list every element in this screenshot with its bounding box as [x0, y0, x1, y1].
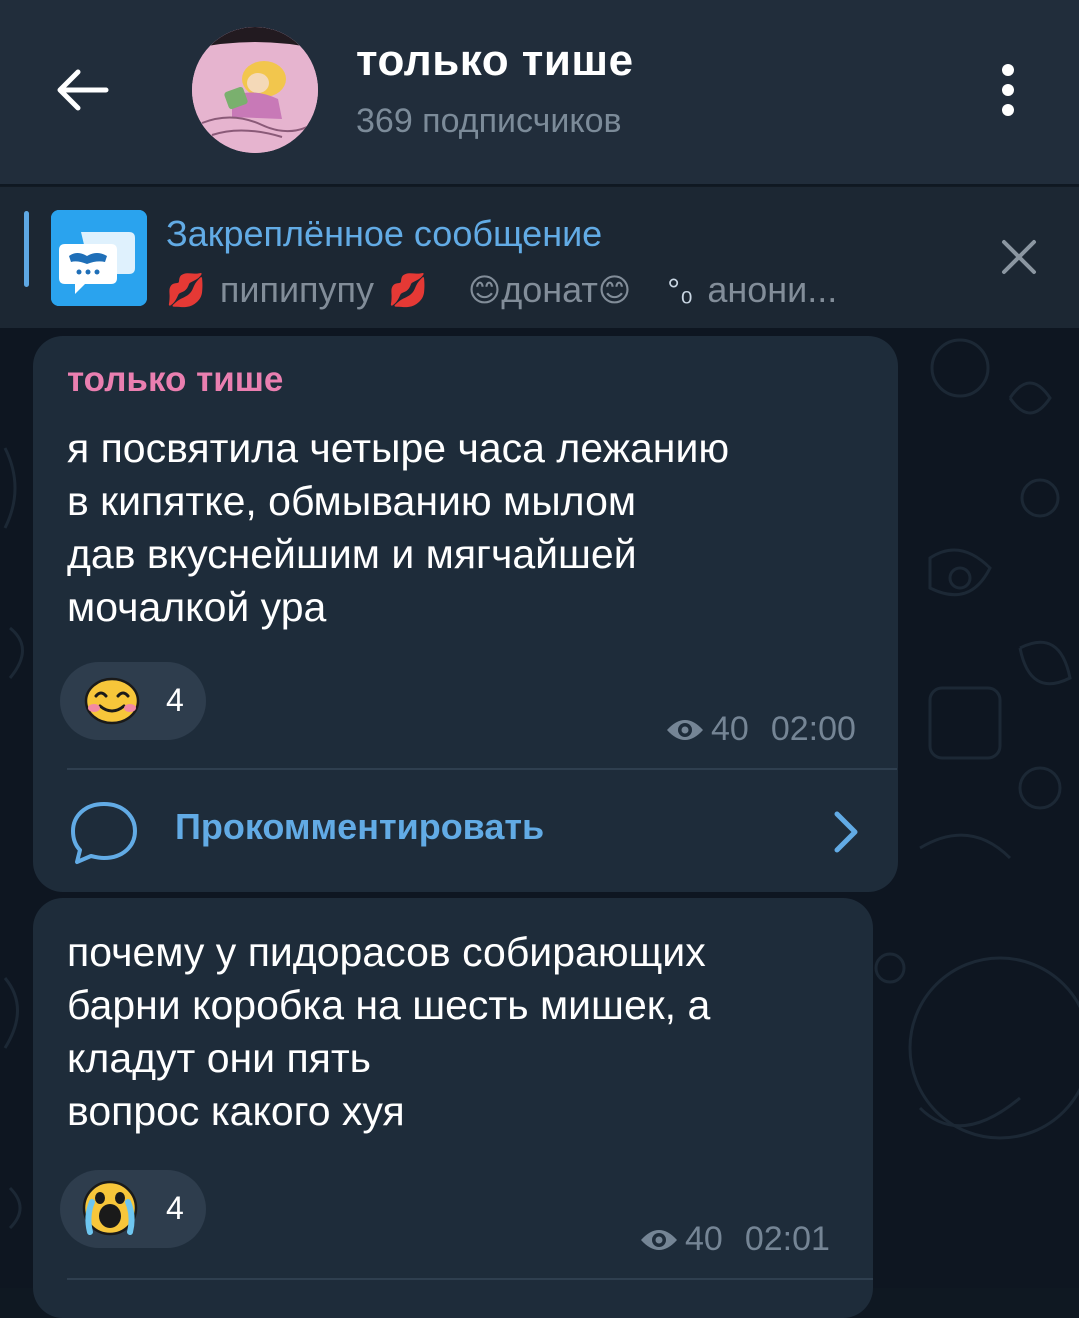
view-count: 40 — [685, 1220, 723, 1258]
pinned-preview: 💋 пипипупу 💋 😊 донат 😊 °₀ анони... — [166, 269, 837, 311]
eye-icon — [641, 1229, 677, 1250]
pinned-indicator — [24, 211, 29, 287]
bubbles-icon: °₀ — [667, 272, 694, 308]
more-vertical-icon[interactable] — [984, 60, 1034, 120]
message-time: 02:00 — [770, 710, 856, 748]
comment-button[interactable]: Прокомментировать — [33, 770, 898, 892]
message-text: почему у пидорасов собирающих барни коро… — [67, 929, 711, 1134]
close-icon[interactable] — [996, 234, 1042, 280]
anonymous-chat-logo-icon — [51, 210, 147, 306]
message-text: я посвятила четыре часа лежанию в кипятк… — [67, 425, 730, 630]
reaction-count: 4 — [166, 682, 184, 718]
comment-bubble-icon — [71, 802, 137, 864]
channel-title[interactable]: только тише — [356, 36, 634, 86]
kiss-mark-icon: 💋 — [388, 272, 428, 308]
subscriber-count: 369 подписчиков — [356, 102, 622, 140]
message-author[interactable]: только тише — [67, 360, 283, 400]
crying-face-icon — [82, 1180, 138, 1236]
smiling-face-icon — [84, 677, 140, 725]
back-arrow-icon[interactable] — [50, 58, 114, 122]
message-bubble[interactable]: только тише я посвятила четыре часа лежа… — [33, 336, 898, 892]
comment-divider — [67, 1278, 873, 1280]
pinned-title: Закреплённое сообщение — [166, 213, 603, 254]
view-count: 40 — [711, 710, 749, 748]
avatar-image — [192, 27, 318, 153]
chevron-right-icon — [834, 811, 858, 853]
reaction-count: 4 — [166, 1190, 184, 1226]
pinned-preview-part: донат — [501, 269, 598, 310]
kiss-mark-icon: 💋 — [166, 272, 206, 308]
message-time: 02:01 — [744, 1220, 830, 1258]
chat-header: только тише 369 подписчиков — [0, 0, 1079, 184]
reaction-chip[interactable]: 4 — [60, 662, 206, 740]
reaction-chip[interactable]: 4 — [60, 1170, 206, 1248]
smiling-face-icon: 😊 — [467, 272, 502, 308]
pinned-message-bar[interactable]: Закреплённое сообщение 💋 пипипупу 💋 😊 до… — [0, 186, 1079, 329]
smiling-face-icon: 😊 — [597, 272, 632, 308]
eye-icon — [667, 719, 703, 740]
pinned-preview-part: анони... — [707, 269, 838, 310]
comment-label: Прокомментировать — [175, 806, 545, 847]
message-meta: 40 02:00 — [665, 710, 856, 749]
message-bubble[interactable]: почему у пидорасов собирающих барни коро… — [33, 898, 873, 1318]
pinned-thumbnail — [51, 210, 147, 306]
channel-avatar[interactable] — [192, 27, 318, 153]
pinned-preview-part: пипипупу — [219, 269, 375, 310]
message-meta: 40 02:01 — [639, 1220, 830, 1259]
